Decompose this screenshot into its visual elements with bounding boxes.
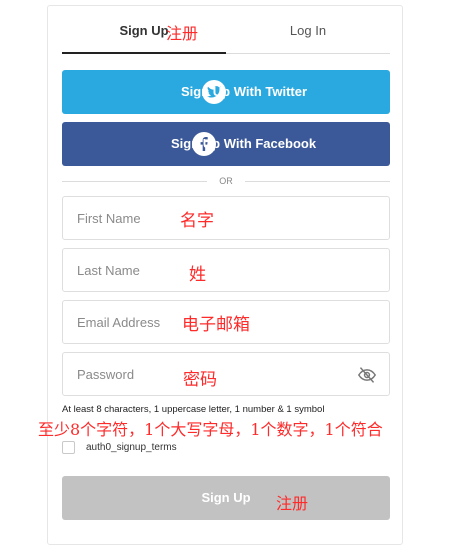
sign-up-submit-label: Sign Up (201, 490, 251, 505)
last-name-field (62, 248, 390, 292)
first-name-input[interactable] (63, 197, 389, 239)
or-divider-line-right (245, 181, 390, 182)
twitter-signup-label: Sign Up With Twitter (181, 84, 308, 99)
tab-sign-up[interactable]: Sign Up (62, 14, 226, 52)
or-divider-line-left (62, 181, 207, 182)
annotation-sign-up-tab: 注册 (166, 24, 199, 43)
active-tab-indicator (62, 52, 226, 54)
facebook-signup-button[interactable]: Sign Up With Facebook (62, 122, 390, 166)
annotation-first-name: 名字 (180, 211, 214, 231)
last-name-input[interactable] (63, 249, 389, 291)
password-input[interactable] (63, 353, 389, 395)
eye-slash-icon[interactable] (357, 366, 377, 384)
twitter-signup-button[interactable]: Sign Up With Twitter (62, 70, 390, 114)
facebook-signup-label: Sign Up With Facebook (171, 136, 317, 151)
annotation-email: 电子邮箱 (182, 315, 250, 335)
or-divider: OR (62, 172, 390, 190)
annotation-password: 密码 (183, 370, 217, 390)
sign-up-submit-button[interactable]: Sign Up (62, 476, 390, 520)
auth-tabs: Sign Up Log In (62, 14, 390, 54)
tab-log-in[interactable]: Log In (226, 14, 390, 52)
terms-label: auth0_signup_terms (86, 442, 177, 453)
terms-checkbox[interactable] (62, 441, 75, 454)
password-requirements-text: At least 8 characters, 1 uppercase lette… (62, 404, 325, 415)
password-field (62, 352, 390, 396)
annotation-password-requirements: 至少8个字符，1个大写字母，1个数字，1个符合 (38, 420, 383, 439)
or-divider-text: OR (219, 176, 233, 186)
tab-sign-up-label: Sign Up (119, 23, 169, 38)
first-name-field (62, 196, 390, 240)
annotation-submit: 注册 (276, 494, 309, 513)
tab-log-in-label: Log In (289, 23, 327, 38)
annotation-last-name: 姓 (189, 265, 206, 285)
